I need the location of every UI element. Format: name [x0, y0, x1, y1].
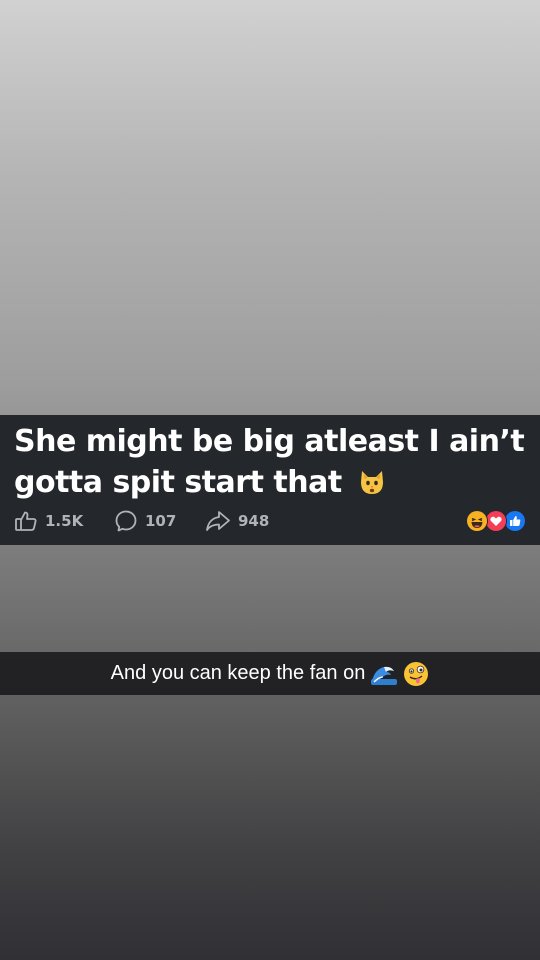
post-text-block: She might be big atleast I ain’t gotta s… [14, 421, 534, 503]
comment-count: 107 [145, 512, 177, 530]
reaction-summary[interactable] [466, 510, 526, 532]
like-reaction-icon [504, 510, 526, 532]
cat-face-emoji [358, 466, 386, 494]
facebook-post-card: She might be big atleast I ain’t gotta s… [0, 415, 540, 545]
like-button[interactable]: 1.5K [14, 509, 114, 533]
share-arrow-icon [205, 509, 231, 533]
post-text: She might be big atleast I ain’t gotta s… [14, 424, 525, 500]
zany-face-emoji [403, 661, 429, 687]
caption-text: And you can keep the fan on [110, 662, 366, 684]
haha-reaction-icon [466, 510, 488, 532]
post-actions-bar: 1.5K 107 948 [14, 507, 269, 535]
love-reaction-icon [485, 510, 507, 532]
water-wave-emoji [371, 661, 398, 687]
share-count: 948 [238, 512, 270, 530]
comment-bubble-icon [114, 509, 138, 533]
like-count: 1.5K [45, 512, 84, 530]
story-caption-bar: And you can keep the fan on [0, 652, 540, 695]
share-button[interactable]: 948 [205, 509, 269, 533]
comment-button[interactable]: 107 [114, 509, 205, 533]
thumbs-up-icon [14, 509, 38, 533]
